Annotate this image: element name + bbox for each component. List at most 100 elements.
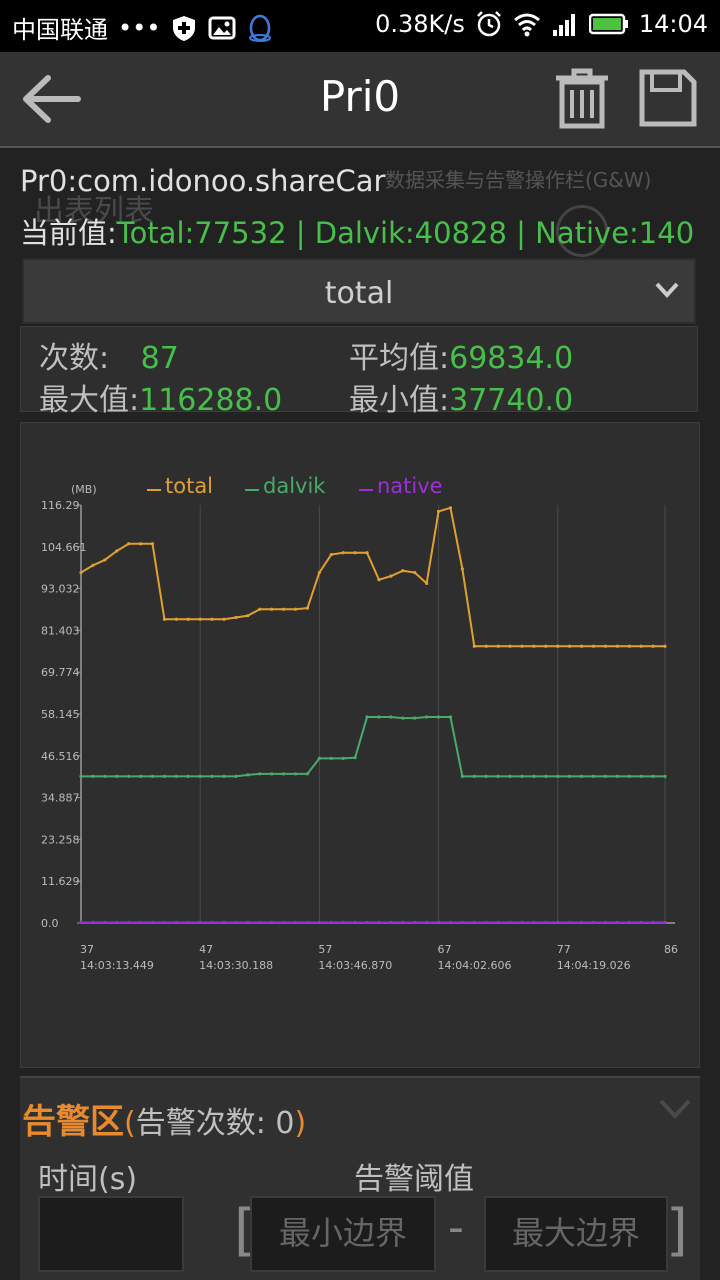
- range-dash: -: [448, 1202, 464, 1253]
- data-point-native: [103, 920, 107, 925]
- qq-penguin-icon: [249, 14, 272, 42]
- data-point-native: [282, 920, 286, 925]
- data-point-total: [651, 644, 655, 648]
- chevron-down-icon: [655, 282, 679, 298]
- alarm-title-text: 告警区: [22, 1102, 124, 1142]
- time-input[interactable]: [38, 1196, 184, 1272]
- data-point-native: [544, 920, 548, 925]
- data-point-native: [436, 920, 441, 925]
- data-point-dalvik: [568, 774, 572, 778]
- data-point-total: [520, 644, 524, 648]
- network-speed: 0.38K/s: [375, 10, 465, 38]
- alarm-count-value: 0: [275, 1106, 295, 1141]
- y-tick-label: 46.516: [41, 750, 80, 763]
- data-point-total: [305, 606, 310, 610]
- metric-select-value: total: [324, 276, 394, 311]
- data-point-native: [484, 920, 488, 925]
- data-point-dalvik: [639, 774, 643, 778]
- data-point-dalvik: [138, 774, 143, 778]
- alarm-panel: 告警区(告警次数: 0) 时间(s) 告警阈值 [ 最小边界 - 最大边界 ]: [20, 1076, 700, 1280]
- y-axis-unit: (MB): [71, 483, 97, 496]
- data-point-total: [377, 578, 381, 582]
- series-line-dalvik: [81, 716, 665, 778]
- wifi-icon: [513, 13, 540, 37]
- data-point-native: [496, 920, 500, 925]
- data-point-total: [234, 615, 238, 620]
- legend-total: total: [165, 474, 213, 498]
- data-point-total: [389, 574, 393, 578]
- data-point-dalvik: [329, 756, 333, 760]
- data-point-total: [222, 617, 226, 621]
- data-point-total: [615, 644, 619, 648]
- data-point-native: [162, 920, 167, 925]
- data-point-native: [198, 920, 202, 925]
- data-point-native: [472, 920, 476, 925]
- data-point-total: [138, 542, 143, 546]
- stat-average-label: 平均值:: [349, 341, 450, 376]
- data-point-native: [389, 920, 393, 925]
- metric-select[interactable]: total: [22, 258, 696, 324]
- legend-native: native: [377, 474, 443, 498]
- clock: 14:04: [638, 10, 708, 38]
- data-point-native: [222, 920, 226, 925]
- stat-count-label: 次数:: [39, 341, 110, 376]
- data-point-dalvik: [222, 774, 226, 778]
- data-point-native: [532, 920, 536, 925]
- x-tick-label: 67: [438, 943, 452, 956]
- notification-dots: •••: [118, 13, 161, 42]
- x-tick-time: 14:04:19.026: [557, 959, 631, 972]
- data-point-dalvik: [496, 774, 500, 778]
- data-point-total: [127, 542, 131, 546]
- data-point-dalvik: [544, 774, 548, 778]
- data-point-native: [174, 920, 178, 925]
- data-point-native: [591, 920, 596, 925]
- data-point-dalvik: [198, 774, 202, 778]
- trash-icon[interactable]: [552, 66, 612, 130]
- data-point-native: [317, 920, 321, 925]
- min-bound-input[interactable]: 最小边界: [250, 1196, 436, 1272]
- data-point-native: [460, 920, 464, 925]
- page-title: Pri0: [319, 72, 401, 121]
- data-point-native: [210, 920, 214, 925]
- data-point-total: [365, 551, 369, 555]
- y-tick-label: 34.887: [41, 792, 80, 805]
- stats-panel: 次数: 87 平均值:69834.0 最大值:116288.0 最小值:3774…: [20, 326, 698, 418]
- y-tick-label: 58.145: [41, 708, 80, 721]
- data-point-total: [484, 644, 488, 648]
- legend-dalvik: dalvik: [263, 474, 326, 498]
- time-label: 时间(s): [38, 1162, 138, 1197]
- data-point-native: [579, 920, 584, 925]
- stat-count: 次数: 87: [39, 333, 179, 377]
- data-point-total: [282, 607, 286, 611]
- data-point-dalvik: [353, 756, 357, 760]
- shield-icon: [173, 15, 196, 41]
- data-point-native: [377, 920, 381, 925]
- max-bound-input[interactable]: 最大边界: [484, 1196, 668, 1272]
- data-point-native: [448, 920, 453, 925]
- data-point-native: [186, 920, 190, 925]
- data-point-native: [138, 920, 143, 925]
- data-point-dalvik: [162, 774, 167, 778]
- data-point-native: [234, 920, 238, 925]
- data-point-total: [103, 558, 107, 562]
- memory-chart-panel: 0.0 11.629 23.258 34.887 46.516 58.145 69.774 8…: [20, 422, 700, 1068]
- data-point-dalvik: [246, 773, 250, 777]
- data-point-native: [353, 920, 357, 925]
- signal-icon: [552, 14, 575, 36]
- data-point-total: [401, 569, 405, 573]
- stat-max: 最大值:116288.0: [39, 375, 282, 419]
- stat-min-value: 37740.0: [449, 383, 574, 418]
- data-point-native: [639, 920, 643, 925]
- alarm-paren-close: ): [294, 1106, 307, 1141]
- x-tick-time: 14:03:13.449: [80, 959, 154, 972]
- data-point-total: [627, 644, 631, 648]
- data-point-dalvik: [389, 715, 393, 719]
- alarm-count-label: 告警次数:: [135, 1106, 276, 1141]
- data-point-native: [115, 920, 119, 925]
- data-point-dalvik: [210, 774, 214, 778]
- bracket-close: ]: [666, 1198, 688, 1263]
- chevron-down-icon[interactable]: [658, 1096, 692, 1122]
- y-tick-label: 11.629: [41, 875, 80, 888]
- data-point-native: [79, 920, 83, 925]
- save-icon[interactable]: [638, 68, 698, 128]
